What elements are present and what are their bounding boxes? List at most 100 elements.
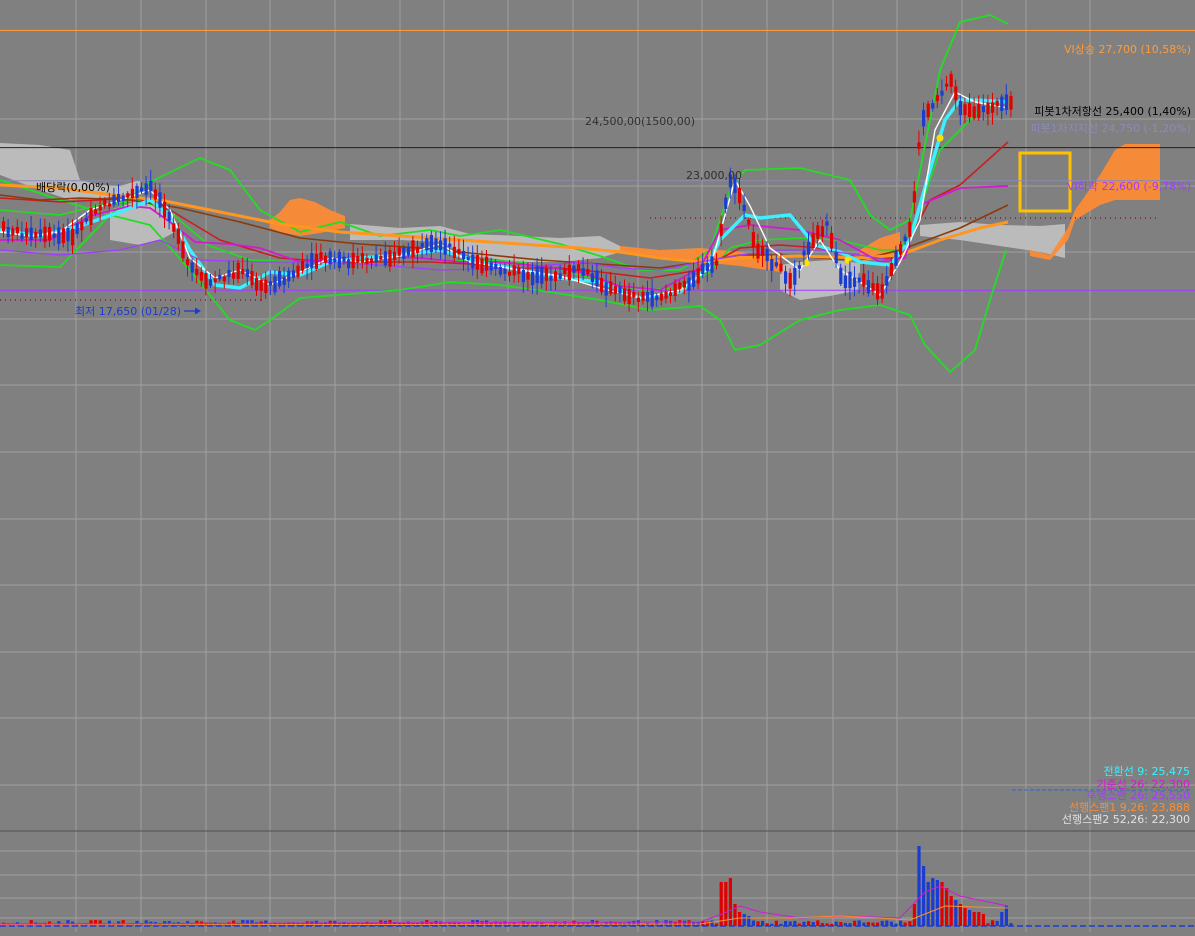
candle-body[interactable] xyxy=(80,221,84,231)
candle-body[interactable] xyxy=(535,266,539,284)
candle-body[interactable] xyxy=(236,262,240,279)
candle-body[interactable] xyxy=(388,250,392,267)
candle-body[interactable] xyxy=(673,283,677,297)
candle-body[interactable] xyxy=(1004,94,1008,110)
candle-body[interactable] xyxy=(595,270,599,287)
candle-body[interactable] xyxy=(471,254,475,269)
candle-body[interactable] xyxy=(940,90,944,96)
candle-body[interactable] xyxy=(6,226,10,238)
candle-body[interactable] xyxy=(259,279,263,291)
candle-body[interactable] xyxy=(71,228,75,246)
candle-body[interactable] xyxy=(195,268,199,276)
candle-body[interactable] xyxy=(880,284,884,299)
candle-body[interactable] xyxy=(600,277,604,293)
candle-body[interactable] xyxy=(995,100,999,107)
candle-body[interactable] xyxy=(498,266,502,275)
candle-body[interactable] xyxy=(351,252,355,269)
candle-body[interactable] xyxy=(397,247,401,256)
candle-body[interactable] xyxy=(11,228,15,236)
candle-body[interactable] xyxy=(586,269,590,275)
candle-body[interactable] xyxy=(991,102,995,113)
candle-body[interactable] xyxy=(190,262,194,273)
candle-body[interactable] xyxy=(751,232,755,248)
candle-body[interactable] xyxy=(563,268,567,275)
price-chart[interactable]: VI상승 27,700 (10,58%) 피봇1차저항선 25,400 (1,4… xyxy=(0,0,1195,932)
candle-body[interactable] xyxy=(531,271,535,285)
candle-body[interactable] xyxy=(540,266,544,284)
candle-body[interactable] xyxy=(383,251,387,266)
candle-body[interactable] xyxy=(199,272,203,281)
candle-body[interactable] xyxy=(972,106,976,119)
candle-body[interactable] xyxy=(98,205,102,211)
candle-body[interactable] xyxy=(807,241,811,255)
candle-body[interactable] xyxy=(853,277,857,287)
candle-body[interactable] xyxy=(356,255,360,263)
candle-body[interactable] xyxy=(696,268,700,284)
candle-body[interactable] xyxy=(590,273,594,283)
candle-body[interactable] xyxy=(816,225,820,239)
candle-body[interactable] xyxy=(268,281,272,286)
candle-body[interactable] xyxy=(158,192,162,208)
candle-body[interactable] xyxy=(834,251,838,264)
candle-body[interactable] xyxy=(29,227,33,241)
candle-body[interactable] xyxy=(126,193,130,198)
candle-body[interactable] xyxy=(370,258,374,263)
candle-body[interactable] xyxy=(264,279,268,294)
candle-body[interactable] xyxy=(429,235,433,253)
candle-body[interactable] xyxy=(963,104,967,115)
candle-body[interactable] xyxy=(140,187,144,192)
candle-body[interactable] xyxy=(84,218,88,222)
candle-body[interactable] xyxy=(986,102,990,115)
candle-body[interactable] xyxy=(374,254,378,262)
candle-body[interactable] xyxy=(186,259,190,265)
candle-body[interactable] xyxy=(241,269,245,275)
candle-body[interactable] xyxy=(862,273,866,287)
candle-body[interactable] xyxy=(255,277,259,291)
candle-body[interactable] xyxy=(687,277,691,291)
candle-body[interactable] xyxy=(958,100,962,116)
candle-body[interactable] xyxy=(324,255,328,263)
candle-body[interactable] xyxy=(89,208,93,225)
candle-body[interactable] xyxy=(121,195,125,201)
candle-body[interactable] xyxy=(669,292,673,296)
candle-body[interactable] xyxy=(328,251,332,265)
candle-body[interactable] xyxy=(646,292,650,302)
candle-body[interactable] xyxy=(204,273,208,289)
candle-body[interactable] xyxy=(209,279,213,286)
candle-body[interactable] xyxy=(636,297,640,302)
candle-body[interactable] xyxy=(715,260,719,266)
candle-body[interactable] xyxy=(871,283,875,292)
candle-body[interactable] xyxy=(567,264,571,281)
candle-body[interactable] xyxy=(627,288,631,304)
candle-body[interactable] xyxy=(480,258,484,274)
candle-body[interactable] xyxy=(296,265,300,277)
candle-body[interactable] xyxy=(25,228,29,238)
candle-body[interactable] xyxy=(682,280,686,288)
candle-body[interactable] xyxy=(747,219,751,225)
candle-body[interactable] xyxy=(577,264,581,272)
candle-body[interactable] xyxy=(103,199,107,206)
candle-body[interactable] xyxy=(604,282,608,296)
candle-body[interactable] xyxy=(876,283,880,300)
candle-body[interactable] xyxy=(793,267,797,285)
candle-body[interactable] xyxy=(705,263,709,272)
candle-body[interactable] xyxy=(411,240,415,257)
candle-body[interactable] xyxy=(613,286,617,294)
candle-body[interactable] xyxy=(176,228,180,244)
candle-body[interactable] xyxy=(738,188,742,204)
candle-body[interactable] xyxy=(365,257,369,264)
candle-body[interactable] xyxy=(319,252,323,260)
candle-body[interactable] xyxy=(659,293,663,301)
candle-body[interactable] xyxy=(830,232,834,249)
candle-body[interactable] xyxy=(503,268,507,274)
candle-body[interactable] xyxy=(43,226,47,243)
candle-body[interactable] xyxy=(443,238,447,255)
candle-body[interactable] xyxy=(213,278,217,283)
candle-body[interactable] xyxy=(692,271,696,288)
candle-body[interactable] xyxy=(761,245,765,256)
candle-body[interactable] xyxy=(954,86,958,101)
candle-body[interactable] xyxy=(521,270,525,283)
candle-body[interactable] xyxy=(66,227,70,242)
candle-body[interactable] xyxy=(1009,95,1013,110)
candle-body[interactable] xyxy=(848,271,852,289)
